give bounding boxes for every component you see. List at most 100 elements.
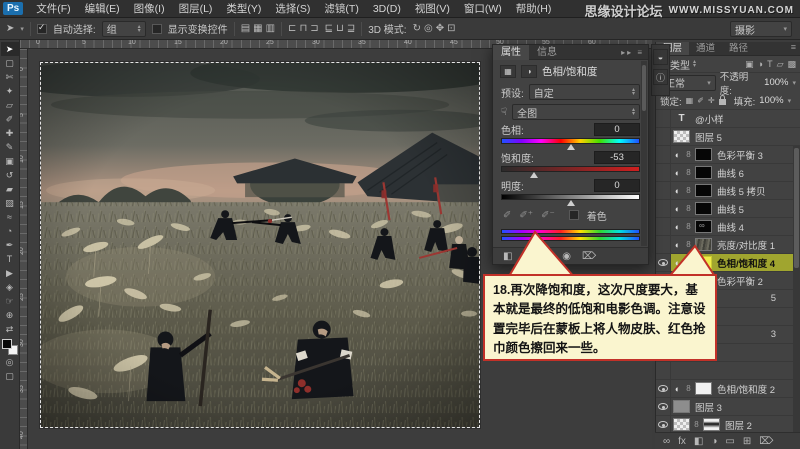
type-tool[interactable]: T [1, 252, 19, 266]
layer-visibility-toggle[interactable] [656, 416, 671, 433]
eyedropper-tool[interactable]: ✐ [1, 112, 19, 126]
new-layer-icon[interactable]: ⊞ [743, 436, 751, 447]
menu-item-0[interactable]: 文件(F) [29, 0, 77, 18]
auto-select-checkbox[interactable] [36, 22, 47, 34]
layer-thumbnail[interactable] [673, 130, 690, 143]
layer-name[interactable]: 图层 3 [695, 400, 722, 414]
crop-tool[interactable]: ▱ [1, 98, 19, 112]
lightness-slider-handle[interactable] [566, 200, 575, 206]
layer-visibility-toggle[interactable] [656, 362, 671, 379]
swap-colors-icon[interactable]: ⇄ [1, 322, 19, 336]
layer-row-fragment[interactable] [656, 362, 800, 380]
clone-stamp-tool[interactable]: ▣ [1, 154, 19, 168]
fill-value[interactable]: 100% [759, 95, 783, 106]
mode-3d-icon-1[interactable]: ◎ [424, 23, 433, 34]
delete-icon[interactable]: ⌦ [582, 251, 596, 262]
layer-name[interactable]: @小样 [695, 112, 724, 126]
channel-dropdown[interactable]: 全图 ▴ ▾ [512, 104, 640, 120]
tab-channels[interactable]: 通道 [689, 42, 722, 55]
lightness-value[interactable]: 0 [594, 178, 640, 192]
align-icon-2[interactable]: ⊐ [310, 23, 318, 34]
fill-arrow-icon[interactable]: ▾ [788, 97, 792, 105]
saturation-value[interactable]: -53 [594, 150, 640, 164]
layer-row[interactable]: ◐ 8 曲线 6 [656, 164, 800, 182]
vertical-ruler[interactable]: 0 5 10 15 20 25 30 35 40 [18, 49, 28, 449]
layer-name[interactable]: 色相/饱和度 2 [717, 382, 775, 396]
menu-item-8[interactable]: 视图(V) [408, 0, 457, 18]
reset-icon[interactable]: ↺ [543, 251, 551, 262]
arrange-icon-1[interactable]: ▦ [253, 23, 262, 34]
targeted-adjust-icon[interactable]: ☟ [501, 107, 507, 118]
quick-mask-icon[interactable]: ◎ [1, 355, 19, 369]
distribute-icon-0[interactable]: ⊑ [325, 23, 333, 34]
mode-3d-icon-0[interactable]: ↻ [413, 23, 421, 34]
healing-brush-tool[interactable]: ✚ [1, 126, 19, 140]
smudge-tool[interactable]: ≈ [1, 210, 19, 224]
filter-kind-icon-4[interactable]: ▩ [787, 59, 796, 70]
visibility-icon[interactable]: ◉ [562, 251, 571, 262]
layer-mask-thumbnail[interactable] [695, 202, 712, 215]
layer-row[interactable]: ◐ 8 色相/饱和度 4 [656, 254, 800, 272]
previous-state-icon[interactable]: ⊙ [523, 251, 531, 262]
hand-tool[interactable]: ☞ [1, 294, 19, 308]
layer-visibility-toggle[interactable] [656, 146, 671, 163]
layer-mask-thumbnail[interactable] [695, 148, 712, 161]
colorize-checkbox[interactable] [568, 210, 579, 220]
brush-tool[interactable]: ✎ [1, 140, 19, 154]
move-tool[interactable]: ➤ [0, 42, 19, 56]
foreground-color[interactable] [1, 339, 12, 349]
filter-type-label[interactable]: 类型 [670, 57, 690, 72]
align-icon-1[interactable]: ⊓ [299, 23, 307, 34]
hue-value[interactable]: 0 [594, 122, 640, 136]
layer-thumbnail[interactable] [673, 418, 690, 431]
layer-row[interactable]: ◐ 8 色相/饱和度 2 [656, 380, 800, 398]
shape-tool[interactable]: ◈ [1, 280, 19, 294]
workspace-switcher[interactable]: 摄影 ▾ [730, 21, 792, 37]
mode-3d-icon-2[interactable]: ✥ [436, 23, 444, 34]
path-select-tool[interactable]: ▶ [1, 266, 19, 280]
layer-name[interactable]: 图层 5 [695, 130, 722, 144]
lock-all-icon[interactable] [718, 95, 726, 105]
new-adjustment-layer-icon[interactable]: ◑ [711, 436, 717, 447]
align-icon-0[interactable]: ⊏ [288, 23, 296, 34]
layer-mask-thumbnail[interactable] [695, 382, 712, 395]
clip-to-layer-icon[interactable]: ◧ [503, 251, 512, 262]
layer-row[interactable]: ◐ 8 ∞ 曲线 4 [656, 218, 800, 236]
layer-name[interactable]: 亮度/对比度 1 [717, 238, 775, 252]
distribute-icon-2[interactable]: ⊒ [347, 23, 355, 34]
arrange-icon-0[interactable]: ▤ [241, 23, 250, 34]
layer-name[interactable]: 色相/饱和度 4 [717, 256, 775, 270]
filter-kind-icon-3[interactable]: ▱ [777, 59, 784, 70]
hue-slider-handle[interactable] [566, 144, 575, 150]
layer-name[interactable]: 曲线 5 拷贝 [717, 184, 766, 198]
layer-mask-thumbnail[interactable] [695, 238, 712, 251]
layer-name[interactable]: 曲线 6 [717, 166, 744, 180]
eyedropper-subtract-icon[interactable]: ✐⁻ [541, 210, 555, 221]
layer-row[interactable]: ◐ 8 曲线 5 [656, 200, 800, 218]
document-photo[interactable] [39, 61, 481, 429]
layer-name[interactable]: 曲线 4 [717, 220, 744, 234]
saturation-slider[interactable] [501, 164, 640, 178]
lock-transparency-icon[interactable]: ▦ [686, 96, 694, 105]
menu-item-6[interactable]: 滤镜(T) [317, 0, 365, 18]
layer-visibility-toggle[interactable] [656, 398, 671, 415]
layer-name[interactable]: 图层 2 [725, 418, 752, 432]
marquee-tool[interactable]: ▢ [1, 56, 19, 70]
magic-wand-tool[interactable]: ✦ [1, 84, 19, 98]
eyedropper-icon[interactable]: ✐ [503, 210, 511, 221]
layer-mask-thumbnail[interactable] [695, 256, 712, 269]
info-panel-icon[interactable]: ⓘ [653, 69, 668, 85]
tab-properties[interactable]: 属性 [493, 44, 529, 60]
layer-name[interactable]: 色彩平衡 2 [717, 274, 763, 288]
layer-visibility-toggle[interactable] [656, 182, 671, 199]
delete-layer-icon[interactable]: ⌦ [759, 436, 773, 447]
clip-indicator-icon[interactable]: ▦ [500, 64, 516, 78]
menu-item-4[interactable]: 类型(Y) [219, 0, 268, 18]
color-swatches[interactable] [1, 339, 18, 355]
layer-visibility-toggle[interactable] [656, 254, 671, 271]
layer-style-icon[interactable]: fx [678, 436, 686, 447]
panel-menu-icon[interactable]: ≡ [791, 42, 800, 55]
layer-name[interactable]: 曲线 5 [717, 202, 744, 216]
opacity-arrow-icon[interactable]: ▾ [792, 79, 796, 87]
lock-pixels-icon[interactable]: ✐ [697, 96, 704, 105]
